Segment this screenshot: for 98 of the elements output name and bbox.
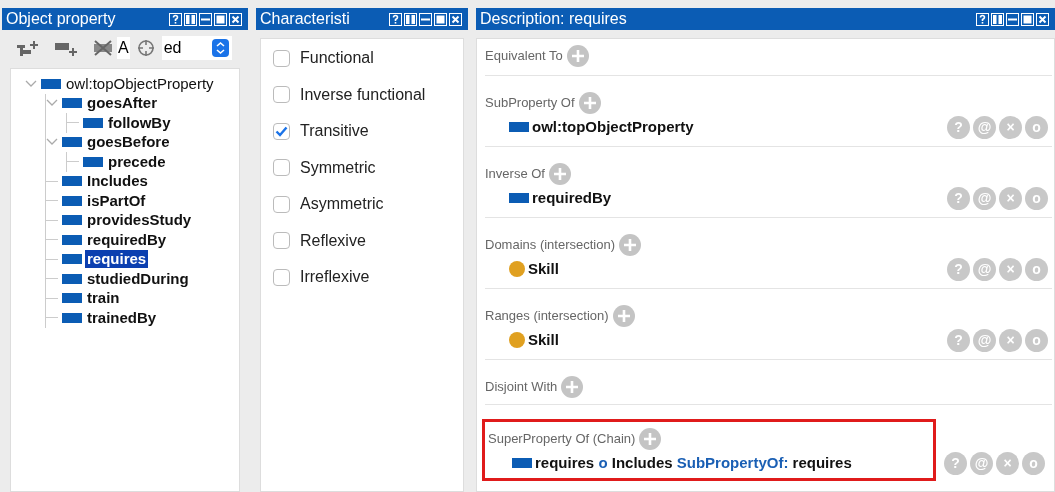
property-icon (41, 78, 61, 89)
section-label: Inverse Of (485, 165, 545, 184)
class-icon (509, 332, 525, 348)
action-button[interactable]: × (996, 451, 1019, 475)
property-icon (62, 137, 82, 148)
maximize-icon[interactable] (214, 12, 227, 26)
maximize-icon[interactable] (1021, 12, 1034, 26)
delete-property-icon[interactable] (92, 40, 114, 56)
horizontal-split-icon[interactable] (199, 12, 212, 26)
property-icon (509, 122, 529, 132)
checkbox[interactable] (273, 268, 290, 286)
entity-expression[interactable]: Skill (528, 257, 559, 281)
tree-item[interactable]: goesAfter (85, 94, 159, 113)
property-icon (83, 156, 103, 167)
toolbar-text-fragment: A (117, 37, 130, 59)
checkbox[interactable] (273, 86, 290, 104)
checkmark-icon (275, 125, 288, 137)
tree-item[interactable]: isPartOf (85, 191, 148, 210)
tree-item[interactable]: trainedBy (85, 308, 159, 327)
panel-title: Characteristi (260, 11, 350, 27)
action-button[interactable]: ? (944, 451, 967, 475)
split-icon[interactable] (404, 12, 417, 26)
action-button[interactable]: @ (970, 451, 993, 475)
action-button[interactable]: × (999, 328, 1022, 352)
split-icon[interactable] (184, 12, 197, 26)
section-label: Equivalent To (485, 47, 563, 66)
checkbox[interactable] (273, 232, 290, 250)
characteristic-label: Symmetric (300, 157, 376, 178)
checkbox[interactable] (273, 159, 290, 177)
panel-title: Object property (6, 11, 116, 27)
entity-expression[interactable]: requires o Includes SubPropertyOf: requires (535, 451, 852, 475)
tree-item[interactable]: providesStudy (85, 211, 194, 230)
close-icon[interactable] (449, 12, 462, 26)
action-button[interactable]: ? (947, 328, 970, 352)
class-icon (509, 261, 525, 277)
action-button[interactable]: ? (947, 115, 970, 139)
checkbox[interactable] (273, 49, 290, 67)
property-icon (62, 195, 82, 206)
panel-title: Description: requires (480, 11, 627, 27)
characteristic-label: Asymmetric (300, 194, 384, 215)
tree-item[interactable]: requiredBy (85, 230, 169, 249)
checkbox[interactable] (273, 195, 290, 213)
add-sibling-icon[interactable] (54, 40, 78, 56)
property-icon (62, 312, 82, 323)
property-icon (62, 98, 82, 109)
property-icon (62, 254, 82, 265)
property-icon (62, 293, 82, 304)
characteristic-label: Functional (300, 48, 374, 69)
help-icon[interactable] (169, 12, 182, 26)
characteristic-label: Inverse functional (300, 84, 426, 105)
section-label: Domains (intersection) (485, 236, 616, 255)
action-button[interactable]: @ (973, 186, 996, 210)
property-icon (512, 458, 532, 468)
action-button[interactable]: × (999, 257, 1022, 281)
section-label: Ranges (intersection) (485, 307, 609, 326)
section-label: Disjoint With (485, 378, 558, 397)
action-button[interactable]: × (999, 115, 1022, 139)
property-icon (62, 273, 82, 284)
help-icon[interactable] (976, 12, 989, 26)
action-button[interactable]: × (999, 186, 1022, 210)
checkbox[interactable] (273, 122, 290, 140)
characteristic-label: Transitive (300, 121, 369, 142)
help-icon[interactable] (389, 12, 402, 26)
action-button[interactable]: @ (973, 115, 996, 139)
entity-expression[interactable]: Skill (528, 328, 559, 352)
property-icon (62, 234, 82, 245)
target-icon[interactable] (136, 39, 155, 57)
section-label: SuperProperty Of (Chain) (488, 430, 636, 449)
tree-item[interactable]: requires (85, 250, 149, 269)
entity-expression[interactable]: requiredBy (532, 186, 612, 210)
characteristic-label: Reflexive (300, 230, 366, 251)
spinner-icon (211, 39, 229, 57)
action-button[interactable]: ? (947, 186, 970, 210)
tree-item[interactable]: goesBefore (85, 133, 172, 152)
tree-item[interactable]: followBy (106, 113, 173, 132)
property-icon (62, 176, 82, 187)
close-icon[interactable] (229, 12, 242, 26)
tree-item[interactable]: train (85, 289, 122, 308)
tree-item[interactable]: precede (106, 152, 168, 171)
tree-item[interactable]: owl:topObjectProperty (64, 74, 216, 93)
close-icon[interactable] (1036, 12, 1049, 26)
property-icon (62, 215, 82, 226)
characteristic-label: Irreflexive (300, 267, 370, 288)
action-button[interactable]: ? (947, 257, 970, 281)
section-label: SubProperty Of (485, 94, 575, 113)
horizontal-split-icon[interactable] (1006, 12, 1019, 26)
property-icon (509, 193, 529, 203)
entity-expression[interactable]: owl:topObjectProperty (532, 115, 694, 139)
maximize-icon[interactable] (434, 12, 447, 26)
horizontal-split-icon[interactable] (419, 12, 432, 26)
add-subproperty-icon[interactable] (16, 40, 40, 56)
action-button[interactable]: @ (973, 328, 996, 352)
tree-item[interactable]: studiedDuring (85, 269, 191, 288)
property-icon (83, 117, 103, 128)
filter-dropdown[interactable]: ed (161, 36, 232, 60)
action-button[interactable]: @ (973, 257, 996, 281)
split-icon[interactable] (991, 12, 1004, 26)
tree-item[interactable]: Includes (85, 172, 150, 191)
